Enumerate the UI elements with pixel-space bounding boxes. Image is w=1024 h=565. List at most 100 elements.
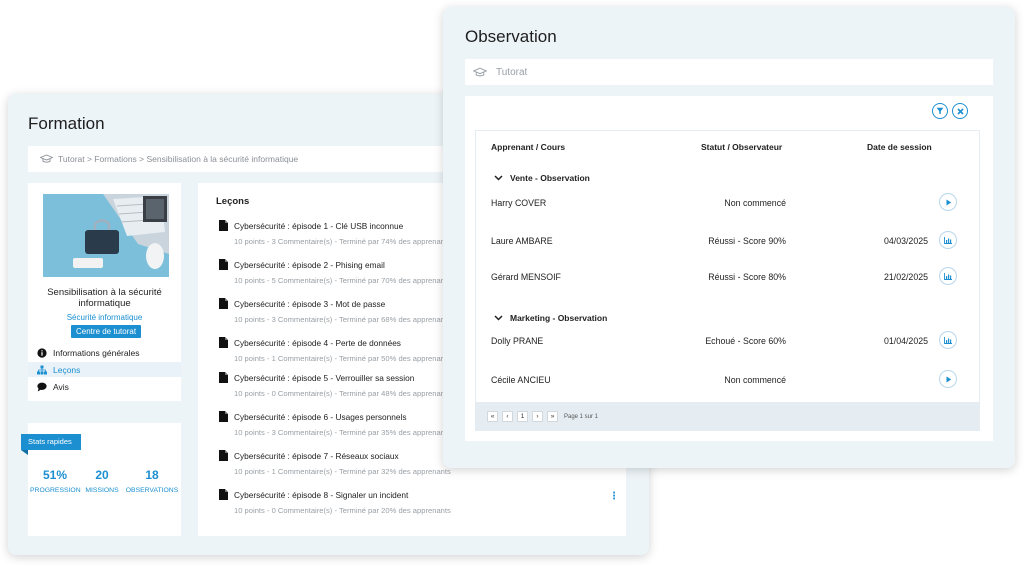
group-header[interactable]: Marketing - Observation — [494, 313, 607, 323]
nav-item-label: Informations générales — [53, 347, 140, 358]
document-icon — [219, 411, 228, 422]
course-name: Sensibilisation à la sécurité informatiq… — [47, 287, 162, 309]
stat-progression: 51% PROGRESSION — [30, 468, 81, 494]
tutoring-center-button[interactable]: Centre de tutorat — [71, 325, 142, 338]
first-page-button[interactable]: « — [487, 411, 498, 422]
breadcrumb-text: Tutorat — [496, 66, 528, 78]
stat-label: OBSERVATIONS — [125, 487, 179, 494]
group-header[interactable]: Vente - Observation — [494, 173, 590, 183]
observation-table: Apprenant / Cours Statut / Observateur D… — [475, 130, 980, 403]
lesson-title: Cybersécurité : épisode 6 - Usages perso… — [234, 411, 407, 422]
start-observation-button[interactable] — [939, 370, 957, 388]
column-header-status[interactable]: Statut / Observateur — [701, 142, 782, 152]
learner-name[interactable]: Gérard MENSOIF — [491, 272, 561, 282]
clear-button[interactable] — [952, 103, 968, 119]
lesson-title: Cybersécurité : épisode 5 - Verrouiller … — [234, 372, 415, 383]
view-results-button[interactable] — [939, 231, 957, 249]
learner-name[interactable]: Laure AMBARE — [491, 236, 553, 246]
stat-label: MISSIONS — [85, 487, 119, 494]
page-number-button[interactable]: 1 — [517, 411, 528, 422]
document-icon — [219, 450, 228, 461]
pagination: « ‹ 1 › » Page 1 sur 1 — [475, 402, 980, 431]
session-status: Non commencé — [724, 375, 786, 385]
page-title: Observation — [465, 27, 557, 46]
breadcrumb-text: Tutorat > Formations > Sensibilisation à… — [58, 154, 299, 164]
course-category[interactable]: Sécurité informatique — [28, 313, 181, 322]
session-date: 21/02/2025 — [883, 272, 928, 282]
observation-window: Observation Tutorat Apprenant / Cours St… — [443, 7, 1015, 468]
learner-name[interactable]: Dolly PRANE — [491, 336, 543, 346]
view-results-button[interactable] — [939, 331, 957, 349]
stat-value: 18 — [145, 468, 159, 482]
nav-item-lessons[interactable]: Leçons — [28, 362, 181, 377]
course-card: Sensibilisation à la sécurité informatiq… — [28, 183, 181, 401]
graduation-cap-icon — [40, 154, 53, 163]
page-info: Page 1 sur 1 — [564, 413, 599, 420]
chart-icon — [944, 236, 952, 244]
learner-name[interactable]: Harry COVER — [491, 198, 546, 208]
group-name: Vente - Observation — [510, 173, 590, 183]
lessons-header: Leçons — [216, 196, 250, 207]
play-icon — [946, 199, 951, 205]
nav-item-label: Leçons — [53, 364, 81, 375]
nav-item-label: Avis — [53, 381, 69, 392]
play-icon — [946, 376, 951, 382]
nav-item-general-info[interactable]: Informations générales — [28, 345, 181, 360]
page-title: Formation — [28, 114, 105, 133]
lesson-title: Cybersécurité : épisode 8 - Signaler un … — [234, 489, 409, 500]
comment-icon — [37, 382, 49, 392]
stat-observations: 18 OBSERVATIONS — [125, 468, 179, 494]
stat-value: 20 — [95, 468, 109, 482]
lesson-title: Cybersécurité : épisode 7 - Réseaux soci… — [234, 450, 399, 461]
info-icon — [37, 347, 49, 358]
learner-name[interactable]: Cécile ANCIEU — [491, 375, 551, 385]
observation-list: Apprenant / Cours Statut / Observateur D… — [465, 96, 993, 441]
chevron-down-icon — [494, 315, 503, 321]
session-status: Réussi - Score 80% — [708, 272, 786, 282]
last-page-button[interactable]: » — [547, 411, 558, 422]
chart-icon — [944, 272, 952, 280]
more-options-icon[interactable]: ⋮ — [609, 491, 619, 502]
session-date: 01/04/2025 — [883, 336, 928, 346]
chart-icon — [944, 336, 952, 344]
document-icon — [219, 220, 228, 231]
course-image — [43, 194, 169, 277]
session-status: Non commencé — [724, 198, 786, 208]
document-icon — [219, 298, 228, 309]
start-observation-button[interactable] — [939, 193, 957, 211]
document-icon — [219, 489, 228, 500]
graduation-cap-icon — [473, 67, 487, 76]
lesson-title: Cybersécurité : épisode 4 - Perte de don… — [234, 337, 401, 348]
lesson-title: Cybersécurité : épisode 2 - Phising emai… — [234, 259, 385, 270]
stat-label: PROGRESSION — [30, 487, 81, 494]
column-header-date[interactable]: Date de session — [867, 142, 932, 152]
quick-stats-tag: Stats rapides — [21, 434, 81, 455]
chevron-down-icon — [494, 175, 503, 181]
session-date: 04/03/2025 — [883, 236, 928, 246]
close-icon — [956, 107, 964, 115]
document-icon — [219, 372, 228, 383]
next-page-button[interactable]: › — [532, 411, 543, 422]
lesson-item[interactable]: Cybersécurité : épisode 8 - Signaler un … — [219, 489, 619, 515]
lesson-meta: 10 points - 0 Commentaire(s) - Terminé p… — [234, 506, 451, 515]
filter-button[interactable] — [932, 103, 948, 119]
lesson-title: Cybersécurité : épisode 1 - Clé USB inco… — [234, 220, 404, 231]
prev-page-button[interactable]: ‹ — [502, 411, 513, 422]
column-header-learner[interactable]: Apprenant / Cours — [491, 142, 565, 152]
breadcrumb[interactable]: Tutorat > Formations > Sensibilisation à… — [28, 146, 448, 172]
breadcrumb[interactable]: Tutorat — [465, 59, 993, 85]
document-icon — [219, 259, 228, 270]
document-icon — [219, 337, 228, 348]
filter-icon — [936, 107, 944, 115]
stat-value: 51% — [42, 468, 68, 482]
stat-missions: 20 MISSIONS — [77, 468, 127, 494]
session-status: Echoué - Score 60% — [705, 336, 786, 346]
hierarchy-icon — [37, 365, 49, 375]
lesson-title: Cybersécurité : épisode 3 - Mot de passe — [234, 298, 386, 309]
session-status: Réussi - Score 90% — [708, 236, 786, 246]
group-name: Marketing - Observation — [510, 313, 608, 323]
nav-item-reviews[interactable]: Avis — [28, 379, 181, 394]
lesson-meta: 10 points - 1 Commentaire(s) - Terminé p… — [234, 467, 451, 476]
view-results-button[interactable] — [939, 267, 957, 285]
quick-stats-card: Stats rapides 51% PROGRESSION 20 MISSION… — [21, 423, 181, 536]
